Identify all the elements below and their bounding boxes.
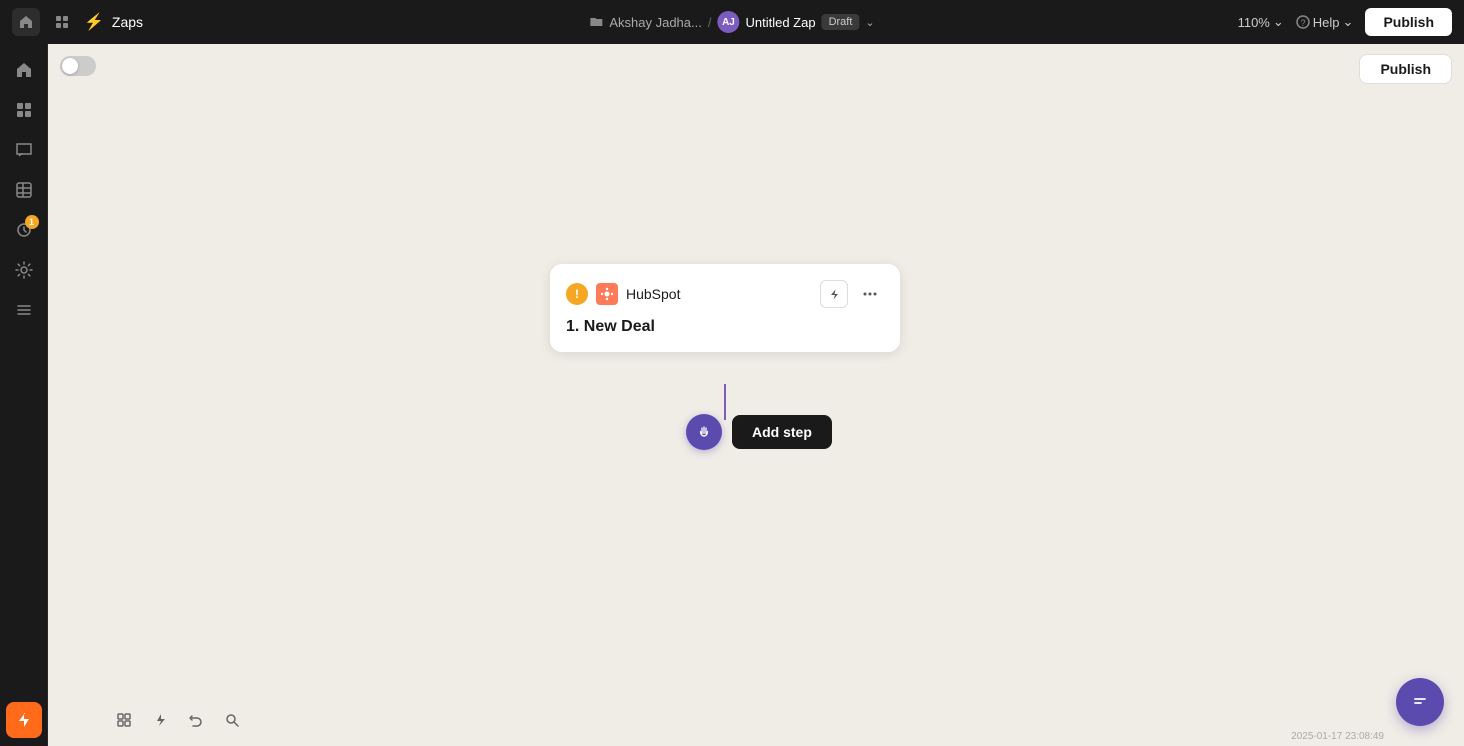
breadcrumb-center: Akshay Jadha... / AJ Untitled Zap Draft …: [589, 11, 874, 33]
zap-name-chevron-icon[interactable]: ⌄: [865, 16, 874, 29]
zoom-chevron-icon: ⌄: [1273, 14, 1284, 30]
zoom-level-label: 110%: [1238, 15, 1270, 30]
breadcrumb-user[interactable]: Akshay Jadha...: [609, 15, 702, 30]
sidebar-item-grid[interactable]: [6, 92, 42, 128]
more-options-button[interactable]: [856, 280, 884, 308]
home-button[interactable]: [12, 8, 40, 36]
toolbar-search-button[interactable]: [216, 704, 248, 736]
history-badge: 1: [25, 215, 39, 229]
canvas-toggle-area: [60, 56, 96, 76]
hubspot-logo: [596, 283, 618, 305]
sidebar-item-messages[interactable]: [6, 132, 42, 168]
draft-badge: Draft: [822, 14, 860, 30]
help-chevron-icon: ⌄: [1343, 14, 1354, 30]
sidebar-item-menu[interactable]: [6, 292, 42, 328]
publish-button[interactable]: Publish: [1365, 8, 1452, 36]
test-button[interactable]: [820, 280, 848, 308]
help-button[interactable]: ? Help ⌄: [1296, 14, 1354, 30]
top-bar: ⚡ Zaps Akshay Jadha... / AJ Untitled Zap…: [0, 0, 1464, 44]
timestamp-label: 2025-01-17 23:08:49: [1291, 731, 1384, 742]
sidebar-item-zap-active[interactable]: [6, 702, 42, 738]
toggle-switch[interactable]: [60, 56, 96, 76]
sidebar-bottom: [6, 702, 42, 738]
top-bar-right: 110% ⌄ ? Help ⌄ Publish: [1238, 8, 1452, 36]
help-circle-icon: ?: [1296, 15, 1310, 29]
add-step-button[interactable]: Add step: [732, 415, 832, 449]
zap-node-header: ! HubSpot: [566, 280, 884, 308]
toggle-knob: [62, 58, 78, 74]
add-step-area: Add step: [686, 414, 832, 450]
zap-node-card[interactable]: ! HubSpot: [550, 264, 900, 352]
zap-bolt-icon: ⚡: [84, 12, 104, 32]
zoom-control[interactable]: 110% ⌄: [1238, 14, 1284, 30]
canvas-publish-button[interactable]: Publish: [1359, 54, 1452, 84]
user-avatar: AJ: [717, 11, 739, 33]
toolbar-undo-button[interactable]: [180, 704, 212, 736]
breadcrumb-separator: /: [708, 15, 712, 30]
sidebar-item-home[interactable]: [6, 52, 42, 88]
zaps-nav-label[interactable]: Zaps: [112, 14, 143, 30]
main-area: 1: [0, 44, 1464, 746]
warning-icon: !: [566, 283, 588, 305]
folder-icon: [589, 15, 603, 29]
sidebar-item-settings[interactable]: [6, 252, 42, 288]
add-step-circle-button[interactable]: [686, 414, 722, 450]
canvas[interactable]: Publish ! HubSpot: [48, 44, 1464, 746]
app-name-label: HubSpot: [626, 286, 812, 302]
bottom-toolbar: [108, 704, 248, 736]
chat-bubble-button[interactable]: [1396, 678, 1444, 726]
grid-button[interactable]: [48, 8, 76, 36]
zap-name-label[interactable]: Untitled Zap: [745, 15, 815, 30]
sidebar: 1: [0, 44, 48, 746]
svg-text:?: ?: [1300, 18, 1305, 28]
toolbar-grid-button[interactable]: [108, 704, 140, 736]
toolbar-bolt-button[interactable]: [144, 704, 176, 736]
step-label: 1. New Deal: [566, 318, 884, 336]
sidebar-item-tables[interactable]: [6, 172, 42, 208]
chat-icon: [1408, 690, 1432, 714]
sidebar-item-history[interactable]: 1: [6, 212, 42, 248]
help-label: Help: [1313, 15, 1340, 30]
